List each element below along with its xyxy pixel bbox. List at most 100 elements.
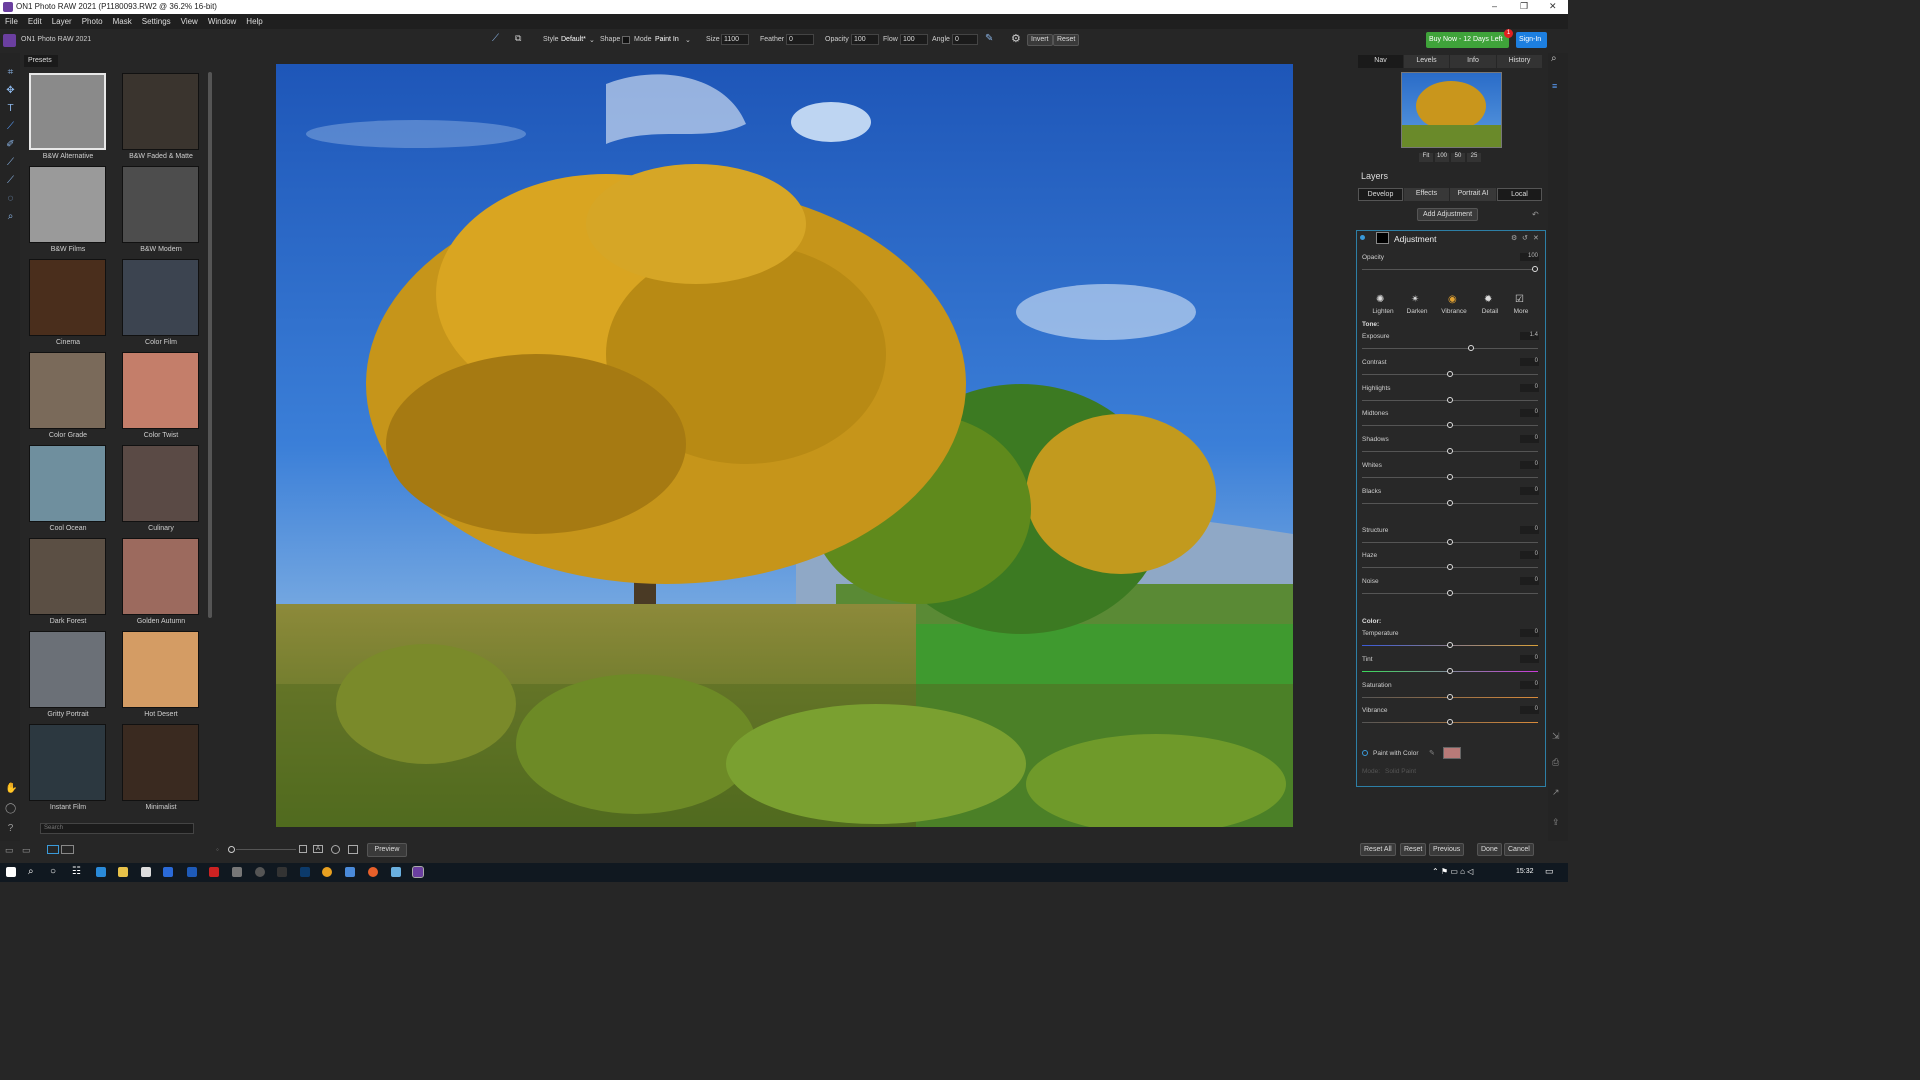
vibrance-icon[interactable]: ◉ (1448, 294, 1457, 305)
darken-label[interactable]: Darken (1405, 308, 1429, 315)
notifications-icon[interactable]: ▭ (1545, 866, 1554, 877)
lighten-icon[interactable]: ✺ (1376, 294, 1384, 305)
clock[interactable]: 15:32 (1516, 868, 1534, 875)
brush-icon[interactable]: ⟋ (492, 33, 499, 44)
blacks-slider-value[interactable]: 0 (1520, 487, 1539, 495)
feather-field[interactable]: 0 (786, 34, 814, 45)
print-icon[interactable]: ⎙ (1552, 757, 1559, 768)
search-icon[interactable]: ⌕ (28, 866, 34, 877)
menu-help[interactable]: Help (241, 14, 267, 26)
hand-tool-icon[interactable]: ✋ (5, 783, 17, 794)
tab-portrait-ai[interactable]: Portrait AI (1450, 188, 1496, 201)
app-icon-gray[interactable] (232, 867, 242, 877)
tray-icons[interactable]: ⌃ ⚑ ▭ ⌂ ◁ (1432, 867, 1473, 876)
lighten-label[interactable]: Lighten (1372, 308, 1394, 315)
menu-layer[interactable]: Layer (47, 14, 77, 26)
filmstrip-toggle-icon[interactable]: ▭ (22, 845, 31, 856)
text-tool-icon[interactable]: T (5, 103, 16, 114)
saturation-slider-value[interactable]: 0 (1520, 681, 1539, 689)
brush-pen-icon[interactable]: ✎ (985, 33, 993, 44)
preset-thumbnail[interactable] (29, 73, 106, 150)
shadows-slider-thumb[interactable] (1447, 448, 1453, 454)
app-icon-dark[interactable] (277, 867, 287, 877)
preset-thumbnail[interactable] (122, 724, 199, 801)
tab-local[interactable]: Local (1497, 188, 1542, 201)
tab-develop[interactable]: Develop (1358, 188, 1403, 201)
mask-thumbnail[interactable] (1376, 232, 1389, 244)
crop-tool-icon[interactable]: ⌗ (5, 67, 16, 78)
more-icon[interactable]: ☑ (1515, 294, 1524, 305)
mask-view-icon[interactable]: A (313, 845, 323, 853)
app-icon-circle[interactable] (255, 867, 265, 877)
preset-thumbnail[interactable] (122, 259, 199, 336)
mask-overlay-icon[interactable] (331, 845, 340, 854)
paint-mode-select[interactable]: Solid Paint (1385, 768, 1416, 775)
share-icon[interactable]: ↗ (1552, 787, 1560, 798)
contrast-slider-thumb[interactable] (1447, 371, 1453, 377)
help-icon[interactable]: ? (5, 823, 16, 834)
midtones-slider-value[interactable]: 0 (1520, 409, 1539, 417)
haze-slider-thumb[interactable] (1447, 564, 1453, 570)
reset-all-button[interactable]: Reset All (1360, 843, 1396, 856)
edit-icon[interactable]: ≡ (1552, 81, 1557, 91)
tint-slider-thumb[interactable] (1447, 668, 1453, 674)
presets-scrollbar[interactable] (208, 72, 212, 618)
opacity-slider-thumb[interactable] (1532, 266, 1538, 272)
undo-icon[interactable]: ↶ (1532, 210, 1539, 219)
more-label[interactable]: More (1511, 308, 1531, 315)
buy-now-button[interactable]: Buy Now - 12 Days Left (1426, 32, 1509, 48)
chrome-icon[interactable] (322, 867, 332, 877)
eyedropper-icon[interactable]: ✎ (1429, 749, 1435, 757)
preset-thumbnail[interactable] (122, 445, 199, 522)
chisel-tool-icon[interactable]: ⟋ (5, 175, 16, 186)
reset-mask-button[interactable]: Reset (1053, 34, 1080, 46)
highlights-slider-thumb[interactable] (1447, 397, 1453, 403)
navigator-thumbnail[interactable] (1401, 72, 1502, 148)
apps-icon[interactable]: ☷ (72, 866, 81, 877)
app-icon-lightblue[interactable] (391, 867, 401, 877)
zoom-25-button[interactable]: 25 (1467, 153, 1481, 162)
photo-canvas[interactable] (276, 64, 1293, 827)
zoom-50-button[interactable]: 50 (1451, 153, 1465, 162)
cancel-button[interactable]: Cancel (1504, 843, 1534, 856)
preset-thumbnail[interactable] (29, 724, 106, 801)
overlay-icon[interactable] (299, 845, 307, 853)
view-single-icon[interactable] (47, 845, 59, 854)
zoom-out-icon[interactable]: ◦ (216, 845, 219, 854)
done-button[interactable]: Done (1477, 843, 1502, 856)
masking-brush-icon[interactable]: ✐ (5, 139, 16, 150)
compare-icon[interactable] (348, 845, 358, 854)
whites-slider-value[interactable]: 0 (1520, 461, 1539, 469)
zoom-100-button[interactable]: 100 (1435, 153, 1449, 162)
preset-thumbnail[interactable] (29, 445, 106, 522)
opacity-field[interactable]: 100 (851, 34, 879, 45)
flow-field[interactable]: 100 (900, 34, 928, 45)
preset-thumbnail[interactable] (29, 259, 106, 336)
whites-slider-thumb[interactable] (1447, 474, 1453, 480)
shape-swatch-icon[interactable] (622, 36, 630, 44)
transform-tool-icon[interactable]: ✥ (5, 85, 16, 96)
invert-button[interactable]: Invert (1027, 34, 1053, 46)
menu-file[interactable]: File (0, 14, 23, 26)
preview-button[interactable]: Preview (367, 843, 407, 857)
heal-tool-icon[interactable]: ◌ (5, 193, 16, 204)
menu-photo[interactable]: Photo (77, 14, 108, 26)
vibrance-slider-thumb[interactable] (1447, 719, 1453, 725)
style-select[interactable]: Default* (561, 36, 586, 43)
zoom-slider-track[interactable] (236, 849, 296, 850)
tab-effects[interactable]: Effects (1404, 188, 1449, 201)
minimize-icon[interactable]: – (1492, 1, 1497, 11)
brush-settings-icon[interactable]: ⧉ (515, 33, 521, 44)
preset-thumbnail[interactable] (122, 631, 199, 708)
exposure-slider-track[interactable] (1362, 348, 1538, 349)
menu-view[interactable]: View (176, 14, 203, 26)
start-icon[interactable] (6, 867, 16, 877)
adjustment-settings-icon[interactable]: ⚙ (1511, 234, 1517, 242)
noise-slider-value[interactable]: 0 (1520, 577, 1539, 585)
structure-slider-thumb[interactable] (1447, 539, 1453, 545)
menu-mask[interactable]: Mask (108, 14, 137, 26)
tab-info[interactable]: Info (1450, 55, 1496, 68)
darken-icon[interactable]: ✴ (1411, 294, 1419, 305)
mail-icon[interactable] (163, 867, 173, 877)
mode-select[interactable]: Paint In (655, 36, 679, 43)
